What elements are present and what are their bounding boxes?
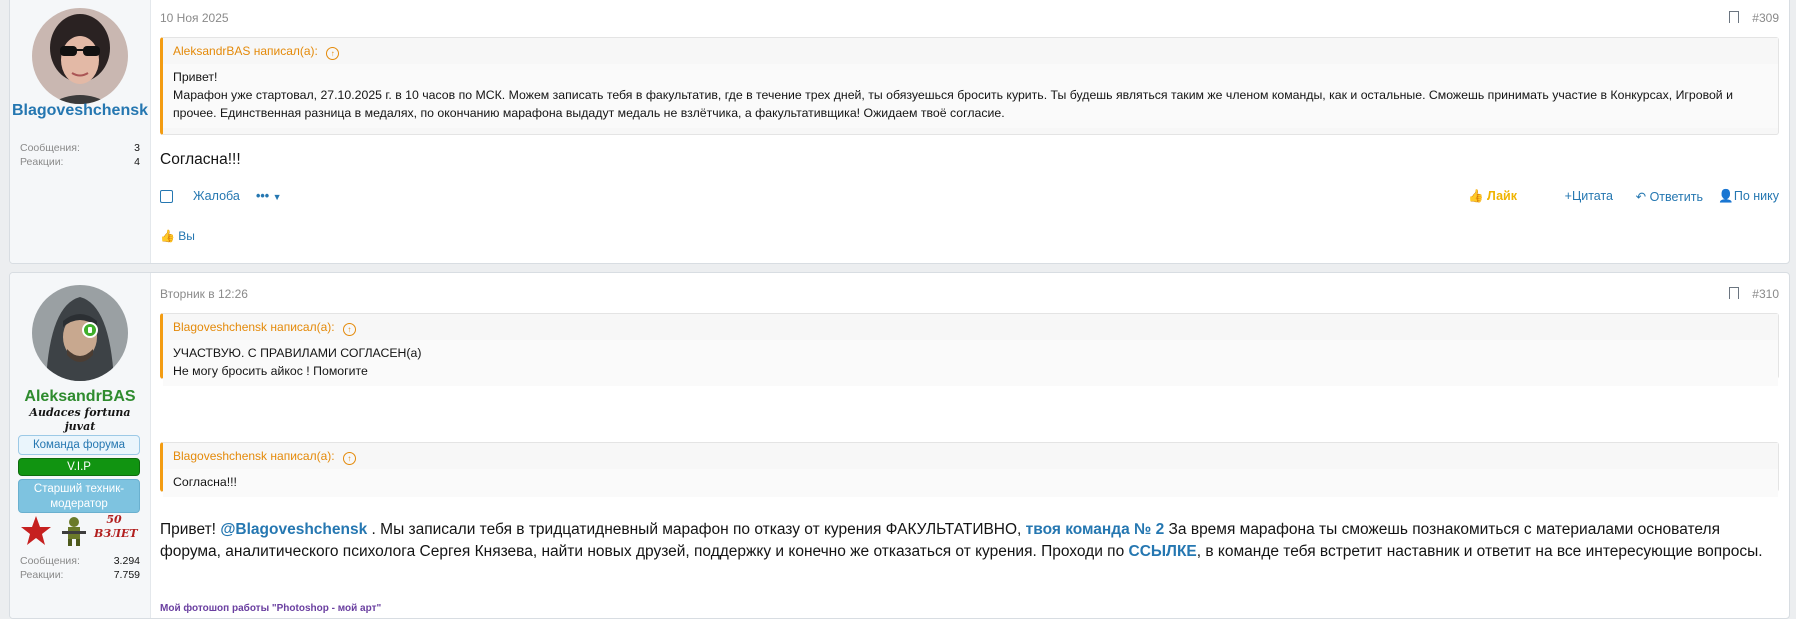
quote-author-label: Blagoveshchensk написал(а):	[173, 320, 335, 334]
report-link[interactable]: Жалоба	[193, 189, 240, 203]
user-panel: Blagoveshchensk Сообщения: 3 Реакции: 4	[10, 0, 151, 263]
quote-line: УЧАСТВУЮ. С ПРАВИЛАМИ СОГЛАСЕН(а)	[173, 346, 422, 360]
trophy-50-takeoff-icon[interactable]: 50 ВЗЛЕТ	[94, 513, 138, 549]
trophy-label: 50 ВЗЛЕТ	[94, 513, 138, 540]
post-main: 10 Ноя 2025 #309 AleksandrBAS написал(а)…	[160, 0, 1779, 263]
more-menu[interactable]: ••• ▼	[256, 189, 282, 203]
more-dots: •••	[256, 189, 270, 203]
team-link[interactable]: твоя команда № 2	[1026, 521, 1165, 538]
select-checkbox[interactable]	[160, 190, 173, 203]
quote-author[interactable]: AleksandrBAS написал(а): ↑	[163, 38, 1778, 64]
arrow-up-icon[interactable]: ↑	[342, 452, 356, 465]
reactions-text: Вы	[178, 229, 195, 243]
avatar[interactable]	[32, 8, 128, 104]
user-mention-link[interactable]: @Blagoveshchensk	[220, 521, 367, 538]
bookmark-icon[interactable]	[1729, 11, 1739, 27]
stat-messages: Сообщения: 3	[20, 142, 140, 154]
post-number[interactable]: #310	[1752, 287, 1779, 301]
quote-label: Цитата	[1571, 189, 1613, 203]
post-date[interactable]: Вторник в 12:26	[160, 287, 248, 301]
quote-block: AleksandrBAS написал(а): ↑ Привет! Мараф…	[160, 37, 1779, 135]
thumbs-up-icon: 👍	[160, 229, 175, 243]
message-part: . Мы записали тебя в тридцатидневный мар…	[367, 521, 1026, 538]
stat-label: Сообщения:	[20, 142, 80, 154]
trophy-star-icon[interactable]	[20, 515, 52, 547]
stat-label: Реакции:	[20, 569, 64, 581]
post-main: Вторник в 12:26 #310 Blagoveshchensk нап…	[160, 273, 1779, 618]
by-nick-label: По нику	[1733, 189, 1779, 203]
stat-value: 7.759	[113, 569, 140, 581]
chevron-down-icon: ▼	[272, 192, 282, 202]
message-text: Привет! @Blagoveshchensk . Мы записали т…	[160, 519, 1779, 563]
quote-line: Согласна!!!	[173, 475, 237, 489]
trophy-soldier-icon[interactable]	[58, 515, 90, 547]
stat-label: Реакции:	[20, 156, 64, 168]
signup-link[interactable]: ССЫЛКЕ	[1129, 543, 1197, 560]
username[interactable]: AleksandrBAS	[10, 387, 150, 407]
quote-author[interactable]: Blagoveshchensk написал(а): ↑	[163, 314, 1778, 340]
user-icon: 👤	[1718, 189, 1734, 203]
stat-messages: Сообщения: 3.294	[20, 555, 140, 567]
message-part: Привет!	[160, 521, 221, 538]
username[interactable]: Blagoveshchensk	[10, 101, 150, 121]
online-status-icon	[82, 322, 98, 338]
by-nick-button[interactable]: 👤По нику	[1718, 189, 1779, 204]
quote-author-label: AleksandrBAS написал(а):	[173, 44, 318, 58]
quote-block: Blagoveshchensk написал(а): ↑ УЧАСТВУЮ. …	[160, 313, 1779, 386]
stat-label: Сообщения:	[20, 555, 80, 567]
quote-author[interactable]: Blagoveshchensk написал(а): ↑	[163, 443, 1778, 469]
stat-reactions: Реакции: 4	[20, 156, 140, 168]
quote-author-label: Blagoveshchensk написал(а):	[173, 449, 335, 463]
thumbs-up-icon: 👍	[1467, 189, 1484, 203]
bookmark-icon[interactable]	[1729, 287, 1739, 303]
message-part: , в команде тебя встретит наставник и от…	[1196, 543, 1763, 560]
stat-value: 3	[134, 142, 140, 154]
like-label: Лайк	[1487, 189, 1517, 203]
quote-block: Blagoveshchensk написал(а): ↑ Согласна!!…	[160, 442, 1779, 497]
quote-body: Привет! Марафон уже стартовал, 27.10.202…	[163, 64, 1778, 128]
avatar[interactable]	[32, 285, 128, 381]
reply-label: Ответить	[1649, 190, 1703, 204]
stat-reactions: Реакции: 7.759	[20, 569, 140, 581]
like-button[interactable]: 👍 Лайк	[1468, 189, 1517, 204]
post-310: AleksandrBAS Audaces fortuna juvat Коман…	[9, 272, 1790, 619]
quote-line: Привет!	[173, 70, 218, 84]
post-date[interactable]: 10 Ноя 2025	[160, 11, 229, 25]
reply-button[interactable]: ↶ Ответить	[1636, 189, 1703, 204]
reply-icon: ↶	[1635, 190, 1647, 204]
badge-senior-moderator: Старший техник-модератор	[18, 479, 140, 513]
message-text: Согласна!!!	[160, 151, 241, 168]
badge-vip: V.I.P	[18, 458, 140, 476]
quote-button[interactable]: +Цитата	[1565, 189, 1613, 203]
post-number[interactable]: #309	[1752, 11, 1779, 25]
post-309: Blagoveshchensk Сообщения: 3 Реакции: 4 …	[9, 0, 1790, 264]
user-title: Audaces fortuna juvat	[29, 406, 131, 433]
action-bar: Жалоба ••• ▼ 👍 Лайк +Цитата ↶ Ответить 👤…	[160, 189, 1779, 205]
quote-body: Согласна!!!	[163, 469, 1778, 497]
user-panel: AleksandrBAS Audaces fortuna juvat Коман…	[10, 273, 151, 618]
arrow-up-icon[interactable]: ↑	[326, 47, 340, 60]
quote-body: УЧАСТВУЮ. С ПРАВИЛАМИ СОГЛАСЕН(а) Не мог…	[163, 340, 1778, 386]
quote-line: Не могу бросить айкос ! Помогите	[173, 364, 368, 378]
stat-value: 4	[134, 156, 140, 168]
arrow-up-icon[interactable]: ↑	[342, 323, 356, 336]
stat-value: 3.294	[113, 555, 140, 567]
reactions-summary[interactable]: 👍 Вы	[160, 229, 195, 243]
quote-line: Марафон уже стартовал, 27.10.2025 г. в 1…	[173, 88, 1733, 120]
plus-icon: +	[1564, 189, 1572, 203]
badge-forum-team: Команда форума	[18, 435, 140, 455]
